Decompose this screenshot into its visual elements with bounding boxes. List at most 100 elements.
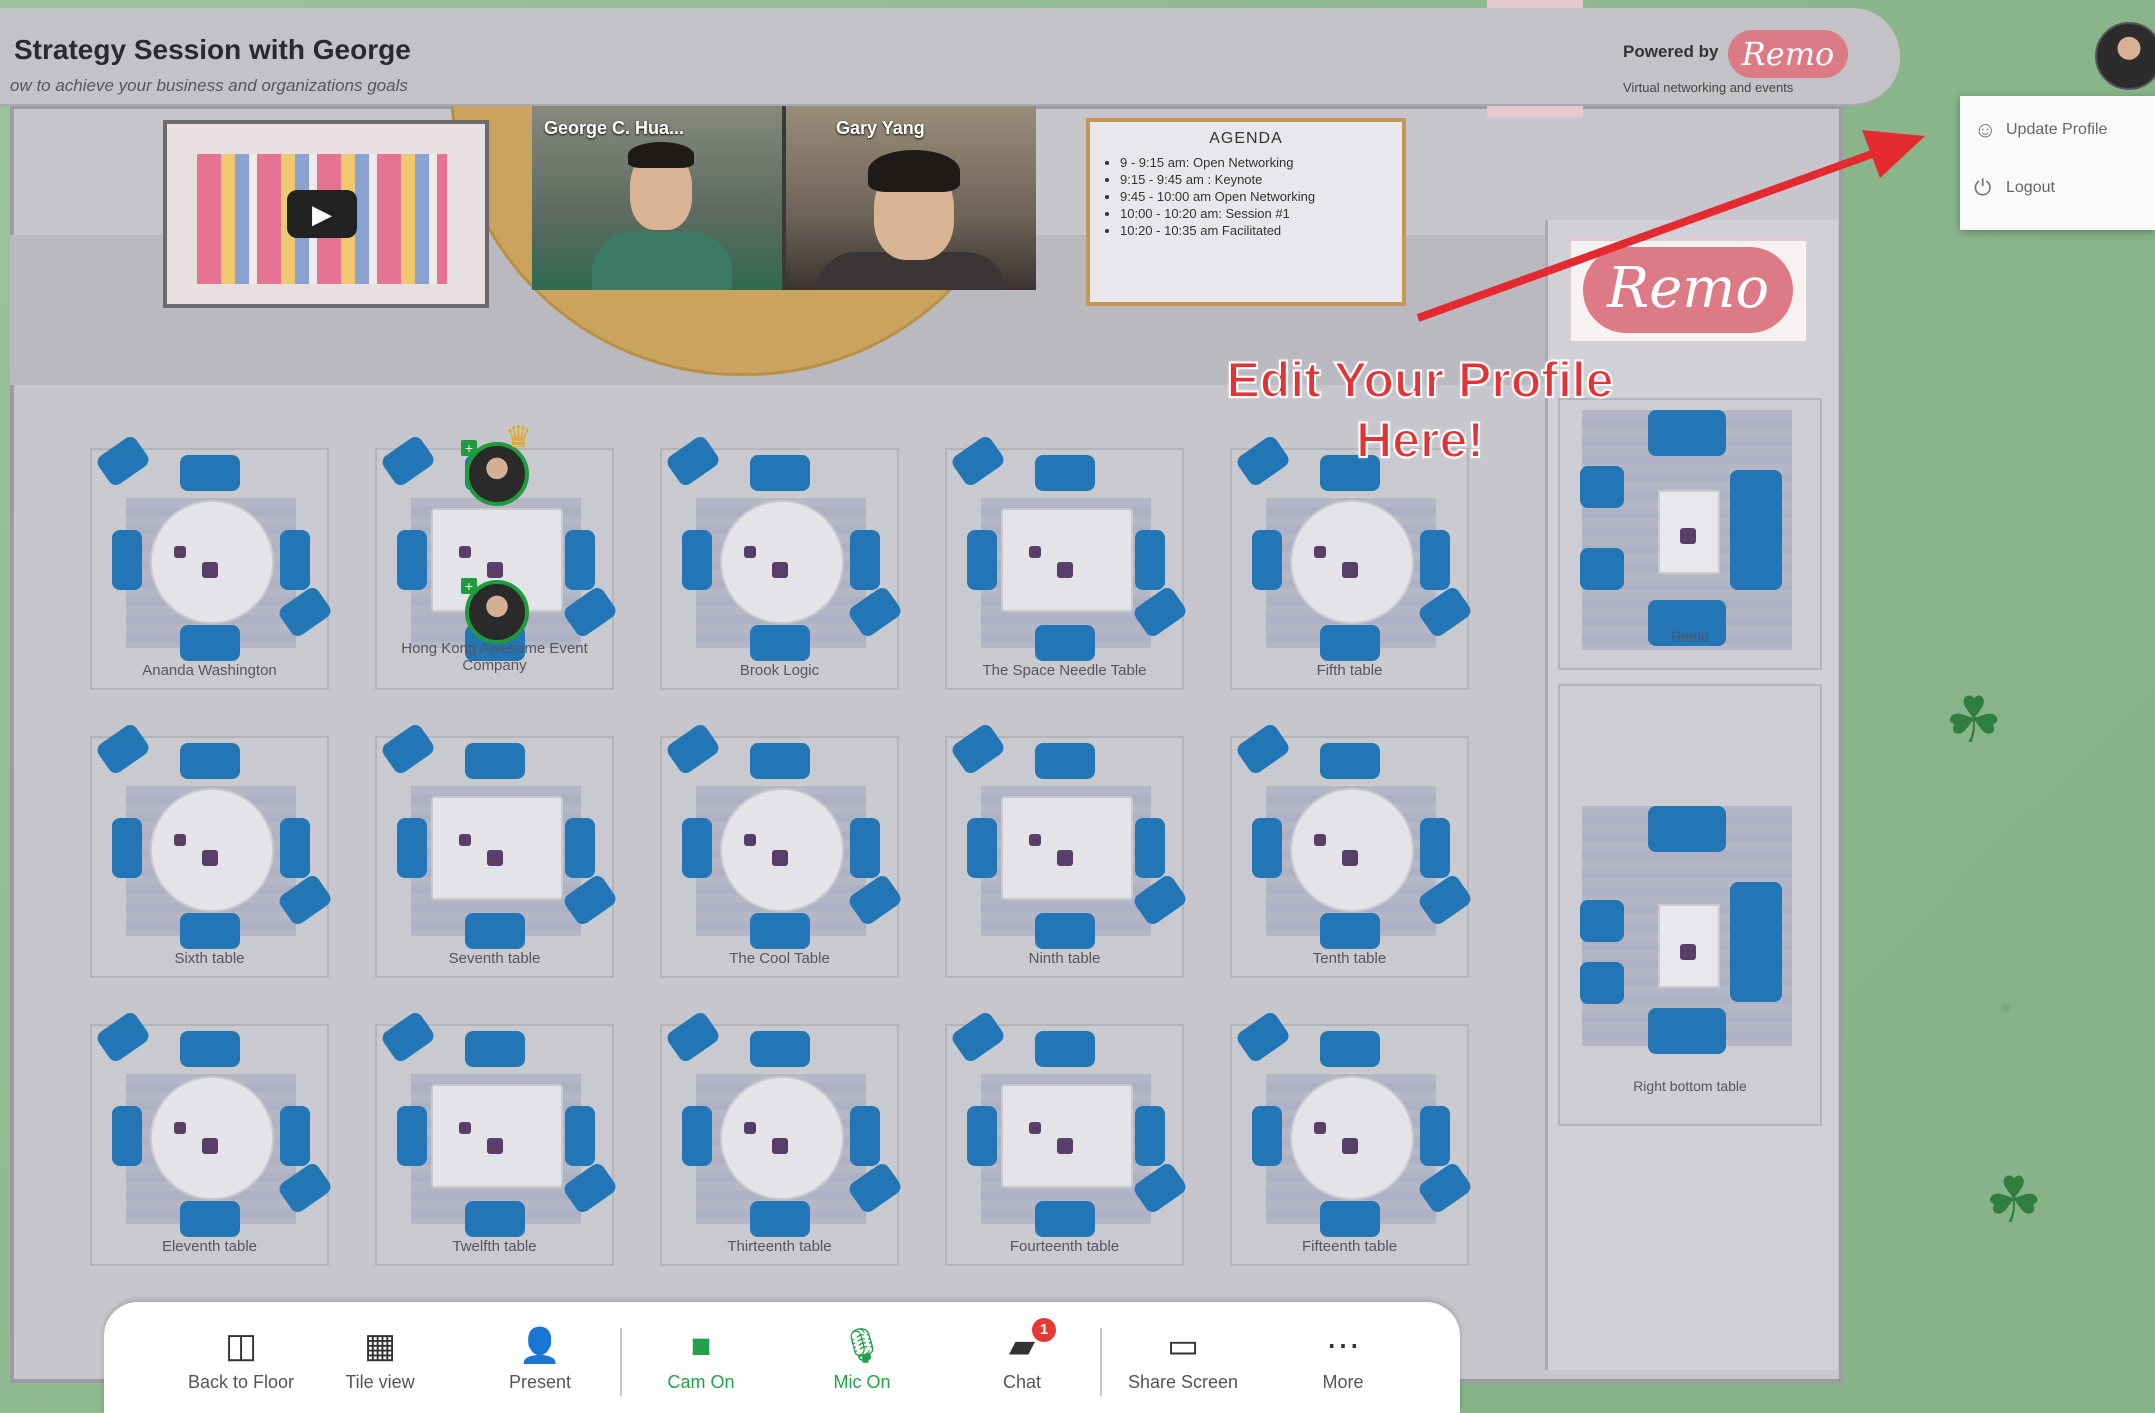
floor-table[interactable]: Fifth table	[1230, 433, 1474, 690]
tile-view-button[interactable]: ▦ Tile view	[305, 1326, 455, 1393]
video-tile[interactable]: George C. Hua...	[532, 102, 782, 290]
button-label: Share Screen	[1127, 1372, 1239, 1392]
chair	[465, 913, 525, 949]
chair	[180, 455, 240, 491]
floor-table[interactable]: Hong Kong Awesome Event Company ♛ + +	[375, 421, 619, 690]
table-item	[772, 562, 788, 578]
agenda-item: 9 - 9:15 am: Open Networking	[1120, 154, 1402, 171]
video-tile[interactable]: Gary Yang	[786, 102, 1036, 290]
present-button[interactable]: 👤 Present	[465, 1326, 615, 1393]
table-label: Fifteenth table	[1301, 1238, 1398, 1255]
chair	[1135, 530, 1165, 590]
floor-table[interactable]: Fifteenth table	[1230, 1009, 1474, 1266]
clover-decoration: ●	[2000, 994, 2014, 1019]
table-top	[1001, 508, 1133, 612]
chair	[1580, 900, 1624, 942]
more-button[interactable]: ⋯ More	[1268, 1326, 1418, 1393]
update-profile-menu-item[interactable]: ☺ Update Profile	[1974, 110, 2154, 150]
chair	[1035, 1031, 1095, 1067]
floor-table[interactable]: Brook Logic	[660, 433, 904, 690]
share-screen-button[interactable]: ▭ Share Screen	[1108, 1326, 1258, 1393]
chair	[565, 530, 595, 590]
chair	[1648, 410, 1726, 456]
annotation-callout: Edit Your Profile Here!	[1225, 351, 1614, 469]
mic-toggle-button[interactable]: 🎙 Mic On	[787, 1326, 937, 1393]
floor-table[interactable]: Ananda Washington	[90, 433, 334, 690]
chair	[1320, 625, 1380, 661]
table-item	[744, 546, 756, 558]
cam-toggle-button[interactable]: ■ Cam On	[626, 1326, 776, 1393]
table-label: Fifth table	[1316, 662, 1383, 679]
floor-table[interactable]: Eleventh table	[90, 1009, 334, 1266]
table-item	[1342, 562, 1358, 578]
video-name: Gary Yang	[836, 118, 925, 138]
video-embed[interactable]: ▶	[163, 120, 489, 308]
chair	[1730, 470, 1782, 590]
chair	[1320, 913, 1380, 949]
user-menu: ☺ Update Profile ⏻ Logout	[1960, 96, 2155, 230]
chair	[682, 530, 712, 590]
table-item	[1057, 850, 1073, 866]
user-avatar[interactable]	[2095, 22, 2155, 90]
table-label: Thirteenth table	[727, 1238, 832, 1255]
floor-table[interactable]: Seventh table	[375, 721, 619, 978]
chair	[750, 1031, 810, 1067]
speaker-shirt	[592, 232, 732, 290]
table-item	[202, 562, 218, 578]
floor-table[interactable]: The Space Needle Table	[945, 433, 1189, 690]
floor-table[interactable]: Fourteenth table	[945, 1009, 1189, 1266]
table-label: Seventh table	[448, 950, 541, 967]
table-item	[1680, 944, 1696, 960]
table-item	[772, 850, 788, 866]
button-label: Mic On	[833, 1372, 891, 1392]
button-label: Chat	[1002, 1372, 1042, 1392]
chair	[1252, 818, 1282, 878]
table-item	[1029, 834, 1041, 846]
table-item	[744, 1122, 756, 1134]
floor-table[interactable]: Sixth table	[90, 721, 334, 978]
agenda-item: 9:45 - 10:00 am Open Networking	[1120, 188, 1402, 205]
floor-table[interactable]: Tenth table	[1230, 721, 1474, 978]
floor-table[interactable]: Twelfth table	[375, 1009, 619, 1266]
plus-icon: +	[461, 578, 477, 594]
play-icon[interactable]: ▶	[287, 190, 357, 238]
remo-logo[interactable]: Remo	[1728, 30, 1848, 78]
back-to-floor-button[interactable]: ◫ Back to Floor	[166, 1326, 316, 1393]
floor-table[interactable]: Ninth table	[945, 721, 1189, 978]
logout-menu-item[interactable]: ⏻ Logout	[1974, 168, 2154, 208]
table-item	[772, 1138, 788, 1154]
toolbar-divider	[620, 1328, 622, 1396]
chair	[1035, 913, 1095, 949]
chair	[1320, 1031, 1380, 1067]
table-item	[459, 1122, 471, 1134]
table-item	[459, 546, 471, 558]
chair	[750, 913, 810, 949]
chair	[1648, 1008, 1726, 1054]
chair	[967, 1106, 997, 1166]
menu-item-label: Update Profile	[2006, 121, 2108, 138]
remo-logo: Remo	[1583, 247, 1793, 333]
chat-button[interactable]: ▰ 1 Chat	[947, 1318, 1097, 1393]
chair	[1320, 743, 1380, 779]
brand-tagline: Virtual networking and events	[1623, 80, 1794, 95]
clover-decoration: ☘	[1985, 1164, 2043, 1236]
chair	[1420, 818, 1450, 878]
table-top	[431, 796, 563, 900]
chair	[1252, 530, 1282, 590]
table-item	[1057, 562, 1073, 578]
chair	[1135, 818, 1165, 878]
chair	[1035, 1201, 1095, 1237]
side-table[interactable]: Right bottom table	[1558, 684, 1822, 1126]
chair	[280, 1106, 310, 1166]
floor-table[interactable]: Thirteenth table	[660, 1009, 904, 1266]
button-label: Cam On	[667, 1372, 735, 1392]
table-label: Hong Kong Awesome Event Company	[401, 640, 588, 674]
menu-item-label: Logout	[2006, 179, 2055, 196]
floor-table[interactable]: The Cool Table	[660, 721, 904, 978]
chair	[180, 625, 240, 661]
plus-icon: +	[461, 440, 477, 456]
chair	[1252, 1106, 1282, 1166]
button-label: Present	[508, 1372, 572, 1392]
table-item	[202, 850, 218, 866]
table-top	[1001, 796, 1133, 900]
